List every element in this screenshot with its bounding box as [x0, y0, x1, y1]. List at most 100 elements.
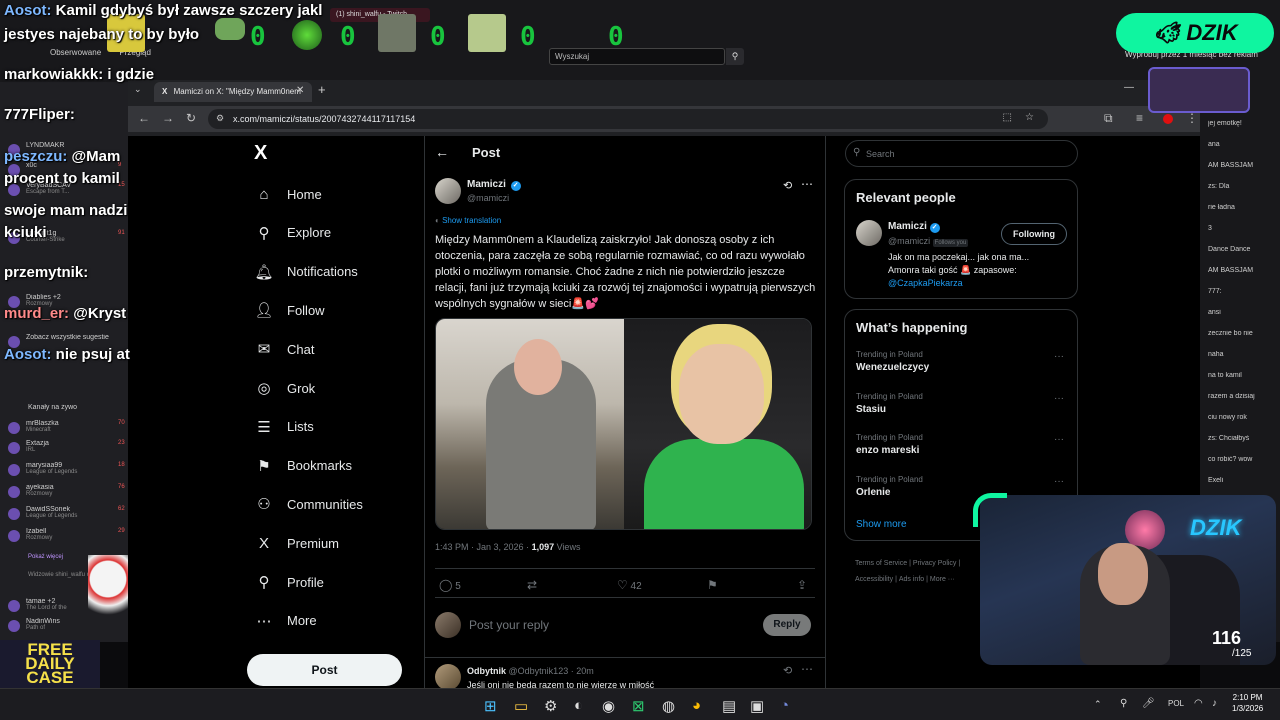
chat-username[interactable]: peszczu: — [4, 148, 67, 165]
author-name[interactable]: Mamiczi ✓ — [467, 179, 521, 191]
input-language[interactable]: POL — [1168, 699, 1184, 708]
share-action[interactable]: ⇪ — [797, 578, 807, 592]
trend-name[interactable]: Stasiu — [856, 404, 886, 415]
trend-more-icon[interactable]: ··· — [1054, 434, 1064, 445]
obs-icon[interactable]: ◍ — [662, 697, 675, 715]
relevant-bio-link[interactable]: @CzapkaPiekarza — [888, 278, 963, 288]
tweet-timestamp[interactable]: 1:43 PM · Jan 3, 2026 · — [435, 542, 532, 552]
nav-item-more[interactable]: ⋯ More — [253, 607, 317, 635]
app-icon[interactable]: ◐ — [574, 697, 583, 714]
trend-more-icon[interactable]: ··· — [1054, 351, 1064, 362]
twitch-channel-item[interactable]: Izabell Rozmowy 29 — [8, 528, 126, 542]
footer-link-more[interactable]: More ··· — [930, 576, 955, 583]
more-options-icon[interactable]: ⋯ — [801, 177, 813, 191]
trend-more-icon[interactable]: ··· — [1054, 476, 1064, 487]
reply-author-handle[interactable]: @Odbytnik123 — [509, 666, 569, 676]
like-action[interactable]: ♡ 42 — [617, 578, 642, 592]
media-photo-left[interactable] — [436, 319, 624, 529]
reload-icon[interactable]: ↻ — [186, 111, 196, 125]
footer-link-terms[interactable]: Terms of Service — [855, 560, 907, 567]
back-icon[interactable]: ← — [138, 111, 150, 125]
back-arrow-icon[interactable]: ← — [435, 144, 449, 160]
trend-more-icon[interactable]: ··· — [1054, 393, 1064, 404]
trend-name[interactable]: enzo mareski — [856, 445, 919, 456]
twitch-channel-item[interactable]: ayekasia Rozmowy 76 — [8, 484, 126, 498]
twitch-channel-item[interactable]: DawidSSonek League of Legends 62 — [8, 506, 126, 520]
menu-icon[interactable]: ⋮ — [1186, 111, 1198, 125]
system-clock[interactable]: 2:10 PM 1/3/2026 — [1232, 692, 1263, 714]
tab-search-icon[interactable]: ⌄ — [134, 84, 142, 95]
install-icon[interactable]: ⬚ — [1003, 112, 1012, 123]
address-bar[interactable]: ⚙ x.com/mamiczi/status/20074327441171171… — [208, 109, 1048, 129]
nav-item-communities[interactable]: ⚇ Communities — [253, 490, 363, 518]
following-button[interactable]: Following — [1001, 223, 1067, 245]
relevant-name[interactable]: Mamiczi ✓ — [888, 221, 940, 233]
reply-action[interactable]: ◯ 5 — [439, 578, 461, 592]
show-translation-link[interactable]: ◐ Show translation — [435, 216, 501, 225]
show-more-link[interactable]: Show more — [856, 519, 907, 530]
settings-icon[interactable]: ⚙ — [544, 697, 557, 715]
site-info-icon[interactable]: ⚙ — [216, 113, 224, 124]
steam-icon[interactable]: ◉ — [602, 697, 615, 715]
footer-link-privacy[interactable]: Privacy Policy — [913, 560, 957, 567]
discord-icon[interactable]: ◔ — [780, 697, 789, 714]
free-daily-case-banner[interactable]: FREE DAILY CASE — [0, 640, 100, 688]
nav-item-grok[interactable]: ◎ Grok — [253, 374, 315, 402]
show-more-link[interactable]: Pokaż więcej — [28, 554, 63, 560]
reply-button[interactable]: Reply — [763, 614, 811, 636]
chat-username[interactable]: Aosot: — [4, 346, 52, 363]
grok-icon[interactable]: ⟲ — [783, 664, 792, 677]
media-icon[interactable]: ≡ — [1136, 111, 1143, 125]
reply-author-name[interactable]: Odbytnik — [467, 666, 506, 676]
chat-username[interactable]: przemytnik: — [4, 264, 88, 281]
more-options-icon[interactable]: ⋯ — [801, 662, 813, 676]
media-photo-right[interactable] — [624, 319, 811, 529]
trend-name[interactable]: Orlenie — [856, 487, 890, 498]
author-handle[interactable]: @mamiczi — [467, 193, 509, 203]
reply-time[interactable]: · 20m — [571, 666, 594, 676]
user-avatar[interactable] — [435, 612, 461, 638]
new-tab-icon[interactable]: + — [318, 82, 326, 97]
relevant-handle-text[interactable]: @mamiczi — [888, 236, 930, 246]
nav-item-follow[interactable]: 👤︎ Follow — [253, 296, 324, 324]
extensions-icon[interactable]: ⧉ — [1104, 111, 1113, 126]
app2-icon[interactable]: ▤ — [722, 697, 736, 715]
network-icon[interactable]: ⚲ — [1120, 698, 1127, 709]
post-button[interactable]: Post — [247, 654, 402, 686]
microphone-icon[interactable]: 🎤︎ — [1142, 698, 1155, 709]
chat-username[interactable]: Aosot: — [4, 2, 52, 19]
twitch-channel-item[interactable]: mrBlaszka Minecraft 70 — [8, 420, 126, 434]
chat-username[interactable]: markowiakkk: — [4, 66, 103, 83]
footer-link-ads[interactable]: Ads info — [899, 576, 924, 583]
x-search-input[interactable]: ⚲ Search — [845, 140, 1078, 167]
chat-username[interactable]: murd_er: — [4, 305, 69, 322]
nav-item-lists[interactable]: ☰ Lists — [253, 413, 313, 441]
nav-item-explore[interactable]: ⚲ Explore — [253, 219, 332, 247]
minimize-icon[interactable]: — — [1124, 82, 1134, 93]
bookmark-action[interactable]: ⚑ — [707, 578, 718, 592]
record-icon[interactable] — [1163, 114, 1173, 124]
twitch-channel-item[interactable]: Zobacz wszystkie sugestie — [8, 334, 126, 348]
reply-author-avatar[interactable] — [435, 664, 461, 688]
bookmark-star-icon[interactable]: ☆ — [1025, 112, 1034, 123]
twitch-channel-item[interactable]: marysiaa99 League of Legends 18 — [8, 462, 126, 476]
twitch-nav-followed[interactable]: Obserwowane — [50, 48, 101, 57]
nav-item-notifications[interactable]: 🔔︎ Notifications — [253, 258, 357, 286]
twitch-search-button[interactable]: ⚲ — [726, 48, 744, 65]
relevant-avatar[interactable] — [856, 220, 882, 246]
chrome-icon[interactable]: ◕ — [692, 697, 701, 714]
trend-name[interactable]: Wenezuelczycy — [856, 362, 929, 373]
volume-icon[interactable]: ♪ — [1212, 698, 1217, 709]
browser-tab[interactable]: X Mamiczi on X: "Między Mamm0nem — [154, 82, 312, 102]
repost-action[interactable]: ⇄ — [527, 578, 537, 592]
forward-icon[interactable]: → — [162, 111, 174, 125]
file-explorer-icon[interactable]: ▭ — [514, 697, 528, 715]
nav-item-home[interactable]: ⌂ Home — [253, 180, 321, 208]
nav-item-profile[interactable]: ⚲ Profile — [253, 568, 324, 596]
tweet-media[interactable] — [435, 318, 812, 530]
footer-link-accessibility[interactable]: Accessibility — [855, 576, 893, 583]
tab-close-icon[interactable]: ✕ — [296, 85, 304, 96]
twitch-search-input[interactable]: Wyszukaj — [549, 48, 725, 65]
nav-item-premium[interactable]: X Premium — [253, 529, 339, 557]
chat-username[interactable]: 777Fliper: — [4, 106, 75, 123]
